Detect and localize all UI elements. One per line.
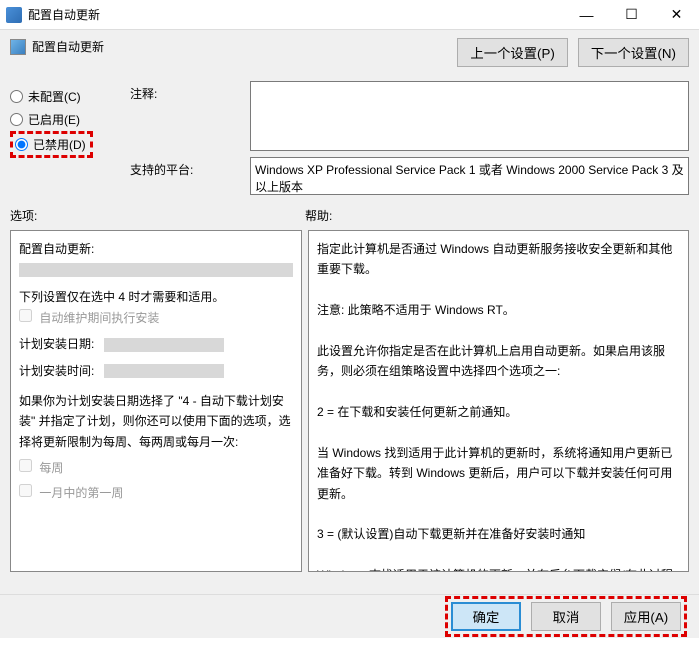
maximize-button[interactable]: ☐ bbox=[609, 0, 654, 30]
weekly-row: 每周 bbox=[19, 458, 293, 478]
auto-maint-label: 自动维护期间执行安装 bbox=[39, 311, 159, 325]
help-p5: 当 Windows 找到适用于此计算机的更新时，系统将通知用户更新已准备好下载。… bbox=[317, 443, 680, 504]
supported-text[interactable]: Windows XP Professional Service Pack 1 或… bbox=[250, 157, 689, 195]
options-note: 下列设置仅在选中 4 时才需要和适用。 bbox=[19, 287, 293, 307]
help-p1: 指定此计算机是否通过 Windows 自动更新服务接收安全更新和其他重要下载。 bbox=[317, 239, 680, 280]
apply-button[interactable]: 应用(A) bbox=[611, 602, 681, 631]
radio-enabled-input[interactable] bbox=[10, 113, 23, 126]
options-long-note: 如果你为计划安装日期选择了 "4 - 自动下载计划安装" 并指定了计划，则你还可… bbox=[19, 391, 293, 452]
header-row: 配置自动更新 上一个设置(P) 下一个设置(N) bbox=[10, 38, 689, 67]
options-dropdown[interactable] bbox=[19, 263, 293, 277]
first-week-label: 一月中的第一周 bbox=[39, 486, 123, 500]
sched-time-row: 计划安装时间: bbox=[19, 361, 293, 381]
sched-time-dropdown[interactable] bbox=[104, 364, 224, 378]
minimize-button[interactable]: — bbox=[564, 0, 609, 30]
radio-not-configured-label: 未配置(C) bbox=[28, 88, 81, 105]
radio-enabled-label: 已启用(E) bbox=[28, 111, 80, 128]
radio-disabled-input[interactable] bbox=[15, 138, 28, 151]
help-pane[interactable]: 指定此计算机是否通过 Windows 自动更新服务接收安全更新和其他重要下载。 … bbox=[308, 230, 689, 572]
radio-not-configured-input[interactable] bbox=[10, 90, 23, 103]
help-p4: 2 = 在下载和安装任何更新之前通知。 bbox=[317, 402, 680, 422]
auto-maint-row: 自动维护期间执行安装 bbox=[19, 308, 293, 328]
sched-day-dropdown[interactable] bbox=[104, 338, 224, 352]
comment-label: 注释: bbox=[130, 81, 240, 151]
help-p2: 注意: 此策略不适用于 Windows RT。 bbox=[317, 300, 680, 320]
footer-highlight: 确定 取消 应用(A) bbox=[445, 596, 687, 637]
options-title: 配置自动更新: bbox=[19, 239, 293, 259]
first-week-row: 一月中的第一周 bbox=[19, 483, 293, 503]
content-area: 配置自动更新 上一个设置(P) 下一个设置(N) 未配置(C) 已启用(E) 已 bbox=[0, 30, 699, 594]
previous-setting-button[interactable]: 上一个设置(P) bbox=[457, 38, 567, 67]
radio-not-configured[interactable]: 未配置(C) bbox=[10, 85, 120, 108]
comment-textarea[interactable] bbox=[250, 81, 689, 151]
help-label: 帮助: bbox=[305, 207, 689, 224]
radio-enabled[interactable]: 已启用(E) bbox=[10, 108, 120, 131]
sched-day-label: 计划安装日期: bbox=[19, 337, 94, 351]
ok-button[interactable]: 确定 bbox=[451, 602, 521, 631]
weekly-label: 每周 bbox=[39, 461, 63, 475]
radio-group: 未配置(C) 已启用(E) 已禁用(D) bbox=[10, 85, 120, 158]
sched-day-row: 计划安装日期: bbox=[19, 334, 293, 354]
header-title: 配置自动更新 bbox=[32, 38, 104, 55]
cancel-button[interactable]: 取消 bbox=[531, 602, 601, 631]
app-icon bbox=[6, 7, 22, 23]
options-pane[interactable]: 配置自动更新: 下列设置仅在选中 4 时才需要和适用。 自动维护期间执行安装 计… bbox=[10, 230, 302, 572]
first-week-checkbox bbox=[19, 484, 32, 497]
options-label: 选项: bbox=[10, 207, 305, 224]
help-p6: 3 = (默认设置)自动下载更新并在准备好安装时通知 bbox=[317, 524, 680, 544]
supported-label: 支持的平台: bbox=[130, 157, 240, 195]
auto-maint-checkbox bbox=[19, 309, 32, 322]
sched-time-label: 计划安装时间: bbox=[19, 364, 94, 378]
window-title: 配置自动更新 bbox=[28, 6, 564, 23]
titlebar: 配置自动更新 — ☐ ✕ bbox=[0, 0, 699, 30]
footer: 确定 取消 应用(A) bbox=[0, 594, 699, 638]
radio-disabled[interactable]: 已禁用(D) bbox=[15, 136, 86, 153]
policy-icon bbox=[10, 39, 26, 55]
next-setting-button[interactable]: 下一个设置(N) bbox=[578, 38, 689, 67]
radio-disabled-label: 已禁用(D) bbox=[33, 136, 86, 153]
weekly-checkbox bbox=[19, 459, 32, 472]
help-p7: Windows 查找适用于该计算机的更新，并在后台下载它们(在此过程中，用户不会… bbox=[317, 565, 680, 572]
help-p3: 此设置允许你指定是否在此计算机上启用自动更新。如果启用该服务，则必须在组策略设置… bbox=[317, 341, 680, 382]
close-button[interactable]: ✕ bbox=[654, 0, 699, 30]
disabled-highlight: 已禁用(D) bbox=[10, 131, 93, 158]
